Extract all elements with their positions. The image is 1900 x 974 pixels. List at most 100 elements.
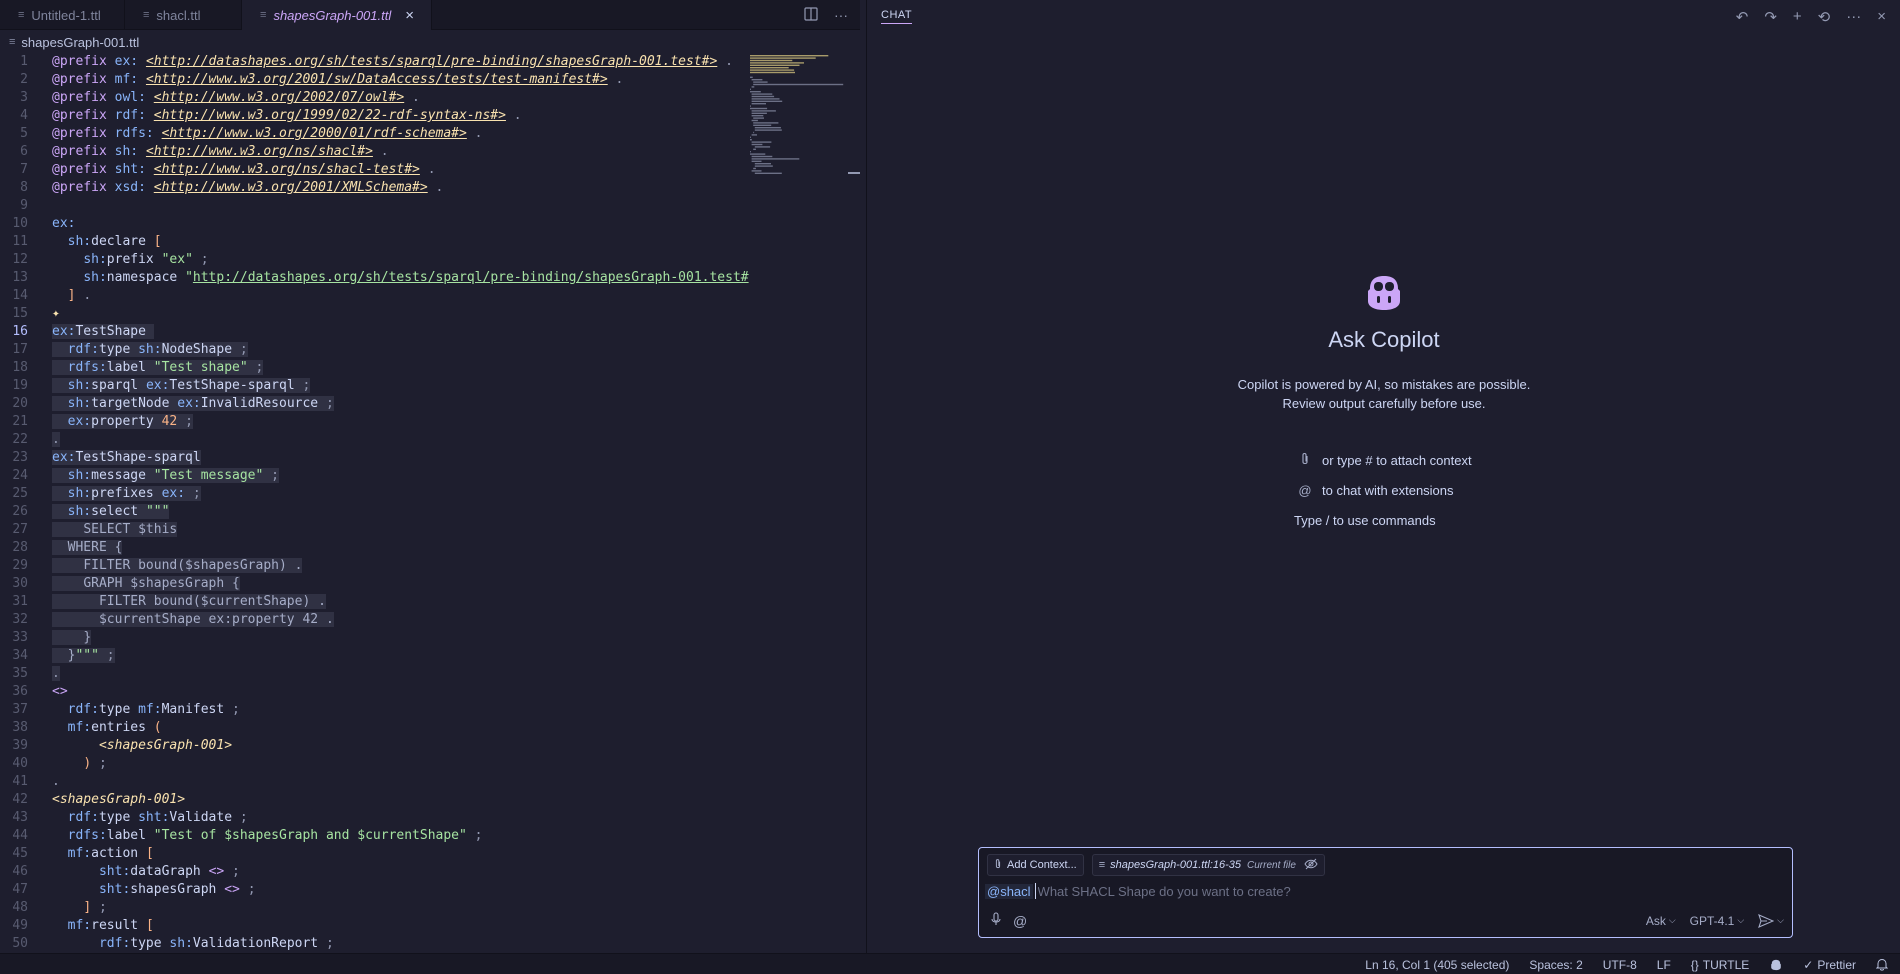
code-line[interactable]: 7 @prefix sht: <http://www.w3.org/ns/shac… <box>0 161 750 179</box>
code-line[interactable]: 11 sh:declare [ <box>0 233 750 251</box>
indentation[interactable]: Spaces: 2 <box>1529 958 1582 972</box>
code-line[interactable]: 4 @prefix rdf: <http://www.w3.org/1999/02… <box>0 107 750 125</box>
code-line[interactable]: 3 @prefix owl: <http://www.w3.org/2002/07… <box>0 89 750 107</box>
line-number: 29 <box>12 558 28 573</box>
line-content: sh:targetNode ex:InvalidResource ; <box>28 395 334 413</box>
new-chat-icon[interactable]: + <box>1793 8 1802 26</box>
code-line[interactable]: 47 sht:shapesGraph <> ; <box>0 881 750 899</box>
bell-icon[interactable] <box>1876 958 1888 971</box>
code-line[interactable]: 21 ex:property 42 ; <box>0 413 750 431</box>
code-line[interactable]: 48 ] ; <box>0 899 750 917</box>
at-icon[interactable]: @ <box>1013 913 1027 929</box>
tab-shapesgraph-001[interactable]: ≡ shapesGraph-001.ttl × <box>242 0 432 30</box>
current-file-chip[interactable]: ≡ shapesGraph-001.ttl:16-35 Current file <box>1091 854 1325 876</box>
code-line[interactable]: 23 ex:TestShape-sparql <box>0 449 750 467</box>
line-content: sh:declare [ <box>67 234 162 249</box>
minimap-slider[interactable] <box>848 172 860 174</box>
code-line[interactable]: 40 ) ; <box>0 755 750 773</box>
line-number: 46 <box>12 864 28 879</box>
breadcrumb-file[interactable]: shapesGraph-001.ttl <box>21 35 139 50</box>
code-line[interactable]: 15 ✦ <box>0 305 750 323</box>
code-line[interactable]: 28 WHERE { <box>0 539 750 557</box>
model-label: GPT-4.1 <box>1689 913 1735 928</box>
line-number: 1 <box>20 54 28 69</box>
send-button[interactable]: ⌵ <box>1758 913 1784 928</box>
copilot-status-icon[interactable] <box>1769 959 1783 971</box>
close-icon[interactable]: × <box>405 7 414 24</box>
code-line[interactable]: 41. <box>0 773 750 791</box>
code-line[interactable]: 50 rdf:type sh:ValidationReport ; <box>0 935 750 953</box>
add-context-button[interactable]: Add Context... <box>987 854 1084 876</box>
prettier-status[interactable]: ✓ Prettier <box>1803 958 1856 972</box>
redo-icon[interactable]: ↷ <box>1764 8 1777 26</box>
code-line[interactable]: 31 FILTER bound($currentShape) . <box>0 593 750 611</box>
line-content: . <box>52 774 60 789</box>
code-line[interactable]: 29 FILTER bound($shapesGraph) . <box>0 557 750 575</box>
line-number: 45 <box>12 846 28 861</box>
code-line[interactable]: 25 sh:prefixes ex: ; <box>0 485 750 503</box>
code-line[interactable]: 22. <box>0 431 750 449</box>
minimap-line <box>751 110 776 112</box>
line-content: ) ; <box>83 756 107 771</box>
code-line[interactable]: 36 <> <box>0 683 750 701</box>
code-line[interactable]: 49 mf:result [ <box>0 917 750 935</box>
code-line[interactable]: 35. <box>0 665 750 683</box>
code-line[interactable]: 38 mf:entries ( <box>0 719 750 737</box>
code-line[interactable]: 9 <box>0 197 750 215</box>
code-line[interactable]: 19 sh:sparql ex:TestShape-sparql ; <box>0 377 750 395</box>
code-line[interactable]: 13 sh:namespace "http://datashapes.org/s… <box>0 269 750 287</box>
code-line[interactable]: 12 sh:prefix "ex" ; <box>0 251 750 269</box>
code-line[interactable]: 42 <shapesGraph-001> <box>0 791 750 809</box>
code-line[interactable]: 10 ex: <box>0 215 750 233</box>
end-of-line[interactable]: LF <box>1657 958 1671 972</box>
code-line[interactable]: 45 mf:action [ <box>0 845 750 863</box>
code-line[interactable]: 6 @prefix sh: <http://www.w3.org/ns/shacl… <box>0 143 750 161</box>
code-line[interactable]: 32 $currentShape ex:property 42 . <box>0 611 750 629</box>
chat-title[interactable]: CHAT <box>881 9 913 24</box>
model-dropdown[interactable]: GPT-4.1 ⌵ <box>1690 914 1745 928</box>
code-line[interactable]: 39 <shapesGraph-001> <box>0 737 750 755</box>
code-line[interactable]: 2 @prefix mf: <http://www.w3.org/2001/sw/… <box>0 71 750 89</box>
microphone-icon[interactable] <box>991 912 1001 929</box>
code-line[interactable]: 16 ex:TestShape <box>0 323 750 341</box>
line-content: sh:sparql ex:TestShape-sparql ; <box>28 377 311 395</box>
code-line[interactable]: 44 rdfs:label "Test of $shapesGraph and … <box>0 827 750 845</box>
code-line[interactable]: 8 @prefix xsd: <http://www.w3.org/2001/XM… <box>0 179 750 197</box>
code-editor[interactable]: 1 @prefix ex: <http://datashapes.org/sh/t… <box>0 53 750 953</box>
more-actions-icon[interactable]: ··· <box>834 7 848 23</box>
code-line[interactable]: 18 rdfs:label "Test shape" ; <box>0 359 750 377</box>
language-mode[interactable]: {} TURTLE <box>1691 958 1749 972</box>
code-line[interactable]: 33 } <box>0 629 750 647</box>
minimap[interactable] <box>748 53 848 183</box>
code-line[interactable]: 20 sh:targetNode ex:InvalidResource ; <box>0 395 750 413</box>
code-line[interactable]: 17 rdf:type sh:NodeShape ; <box>0 341 750 359</box>
agent-mention[interactable]: @shacl <box>985 883 1033 899</box>
code-line[interactable]: 27 SELECT $this <box>0 521 750 539</box>
code-line[interactable]: 37 rdf:type mf:Manifest ; <box>0 701 750 719</box>
history-icon[interactable]: ⟲ <box>1818 8 1831 26</box>
code-line[interactable]: 24 sh:message "Test message" ; <box>0 467 750 485</box>
eye-closed-icon[interactable] <box>1304 858 1318 873</box>
more-actions-icon[interactable]: ··· <box>1846 8 1861 26</box>
encoding[interactable]: UTF-8 <box>1603 958 1637 972</box>
tab-untitled-1[interactable]: ≡ Untitled-1.ttl <box>0 0 125 30</box>
code-line[interactable]: 34 }""" ; <box>0 647 750 665</box>
code-line[interactable]: 1 @prefix ex: <http://datashapes.org/sh/t… <box>0 53 750 71</box>
line-number: 33 <box>12 630 28 645</box>
line-number: 4 <box>20 108 28 123</box>
chat-prompt-input[interactable] <box>1037 883 1438 899</box>
line-content: @prefix owl: <http://www.w3.org/2002/07/… <box>52 90 420 105</box>
code-line[interactable]: 26 sh:select """ <box>0 503 750 521</box>
code-line[interactable]: 30 GRAPH $shapesGraph { <box>0 575 750 593</box>
chat-input-box[interactable]: Add Context... ≡ shapesGraph-001.ttl:16-… <box>978 847 1793 938</box>
code-line[interactable]: 5 @prefix rdfs: <http://www.w3.org/2000/0… <box>0 125 750 143</box>
code-line[interactable]: 14 ] . <box>0 287 750 305</box>
code-line[interactable]: 46 sht:dataGraph <> ; <box>0 863 750 881</box>
tab-shacl[interactable]: ≡ shacl.ttl <box>125 0 242 30</box>
code-line[interactable]: 43 rdf:type sht:Validate ; <box>0 809 750 827</box>
cursor-position[interactable]: Ln 16, Col 1 (405 selected) <box>1365 958 1509 972</box>
mode-dropdown[interactable]: Ask ⌵ <box>1646 914 1676 928</box>
split-editor-icon[interactable] <box>804 6 818 24</box>
close-icon[interactable]: × <box>1877 8 1886 26</box>
undo-icon[interactable]: ↶ <box>1736 8 1749 26</box>
